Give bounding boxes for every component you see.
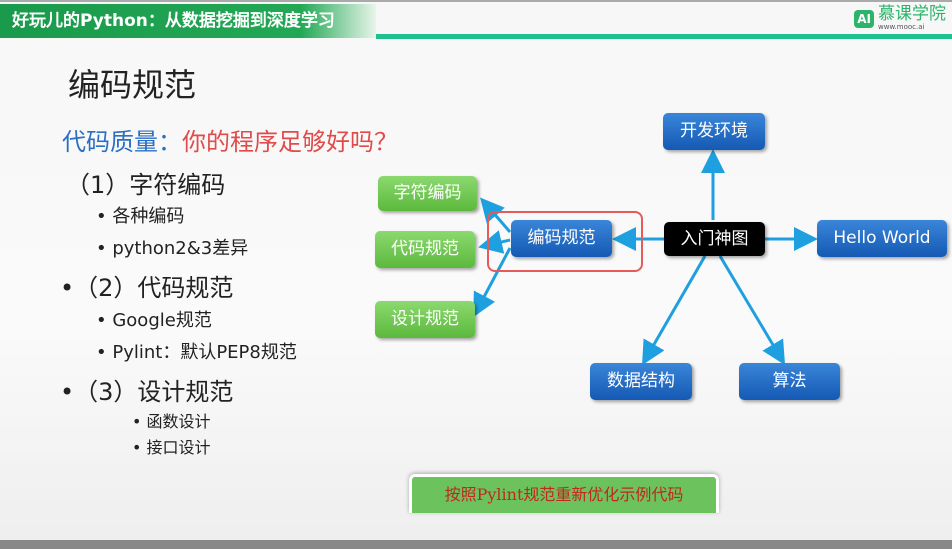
node-algorithms: 算法: [739, 363, 840, 400]
node-data-structures: 数据结构: [590, 363, 692, 400]
action-button[interactable]: 按照Pylint规范重新优化示例代码: [409, 474, 719, 513]
node-dev-env: 开发环境: [663, 113, 765, 150]
diagram-arrows: [473, 149, 818, 366]
highlight-box: [487, 211, 643, 272]
node-code-style: 代码规范: [375, 231, 475, 268]
node-center: 入门神图: [664, 222, 765, 256]
node-design-standard: 设计规范: [375, 301, 475, 338]
footer-bar: [0, 540, 952, 549]
arrow-bottom-right: [718, 255, 786, 366]
node-hello-world: Hello World: [817, 220, 947, 257]
node-char-encoding: 字符编码: [378, 176, 477, 211]
arrow-bottom-left: [642, 255, 707, 366]
